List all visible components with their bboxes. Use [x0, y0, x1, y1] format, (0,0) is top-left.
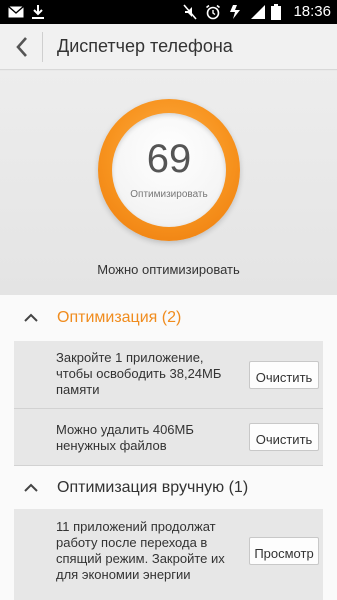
status-time: 18:36 — [293, 3, 331, 20]
item-description: Закройте 1 приложение, чтобы освободить … — [56, 350, 222, 397]
signal-icon — [249, 4, 266, 20]
list-item: Закройте 1 приложение, чтобы освободить … — [14, 341, 323, 409]
chevron-up-icon — [24, 483, 38, 492]
optimization-list: Оптимизация (2) Закройте 1 приложение, ч… — [0, 295, 337, 600]
section-optimization[interactable]: Оптимизация (2) — [0, 295, 337, 341]
app-bar-divider — [42, 32, 43, 62]
mail-icon — [7, 4, 25, 20]
optimize-score-ring[interactable]: 69 Оптимизировать — [98, 99, 240, 241]
section-title: Оптимизация вручную (1) — [57, 479, 249, 496]
section-manual-optimization[interactable]: Оптимизация вручную (1) — [0, 465, 337, 511]
clear-files-button[interactable]: Очистить — [249, 423, 319, 451]
chevron-up-icon — [24, 313, 38, 322]
score-label: Оптимизировать — [130, 189, 208, 200]
list-item: 11 приложений продолжат работу после пер… — [14, 509, 323, 600]
nfc-icon — [228, 4, 242, 20]
section-title: Оптимизация (2) — [57, 309, 182, 326]
app-bar: Диспетчер телефона — [0, 24, 337, 70]
view-apps-button[interactable]: Просмотр — [249, 537, 319, 565]
item-description: 11 приложений продолжат работу после пер… — [56, 519, 225, 582]
list-item: Можно удалить 406МБ ненужных файлов Очис… — [14, 409, 323, 466]
score-panel: 69 Оптимизировать Можно оптимизировать — [0, 71, 337, 295]
page-title: Диспетчер телефона — [57, 36, 233, 56]
item-description: Можно удалить 406МБ ненужных файлов — [56, 422, 194, 453]
score-inner-circle[interactable]: 69 Оптимизировать — [112, 113, 226, 227]
status-bar: 18:36 — [0, 0, 337, 24]
clear-memory-button[interactable]: Очистить — [249, 361, 319, 389]
score-value: 69 — [146, 137, 192, 181]
optimization-status: Можно оптимизировать — [97, 262, 240, 277]
mute-icon — [182, 4, 198, 20]
alarm-icon — [204, 4, 221, 20]
download-icon — [31, 4, 45, 20]
back-arrow-icon[interactable] — [10, 35, 34, 59]
battery-icon — [270, 4, 282, 20]
